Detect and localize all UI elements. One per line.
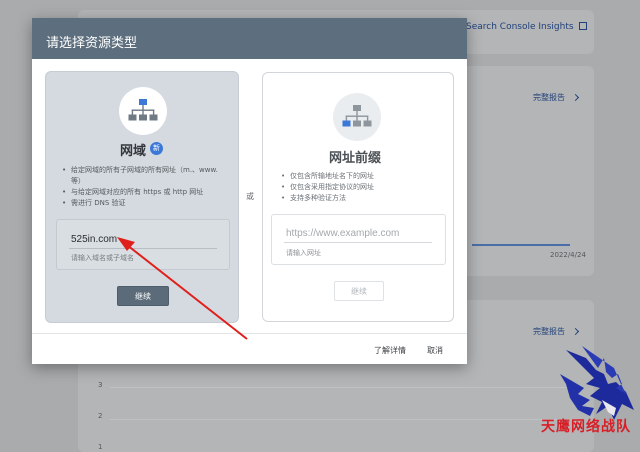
- watermark-text: 天鹰网络战队: [541, 419, 631, 435]
- annotation-arrow: [117, 237, 248, 340]
